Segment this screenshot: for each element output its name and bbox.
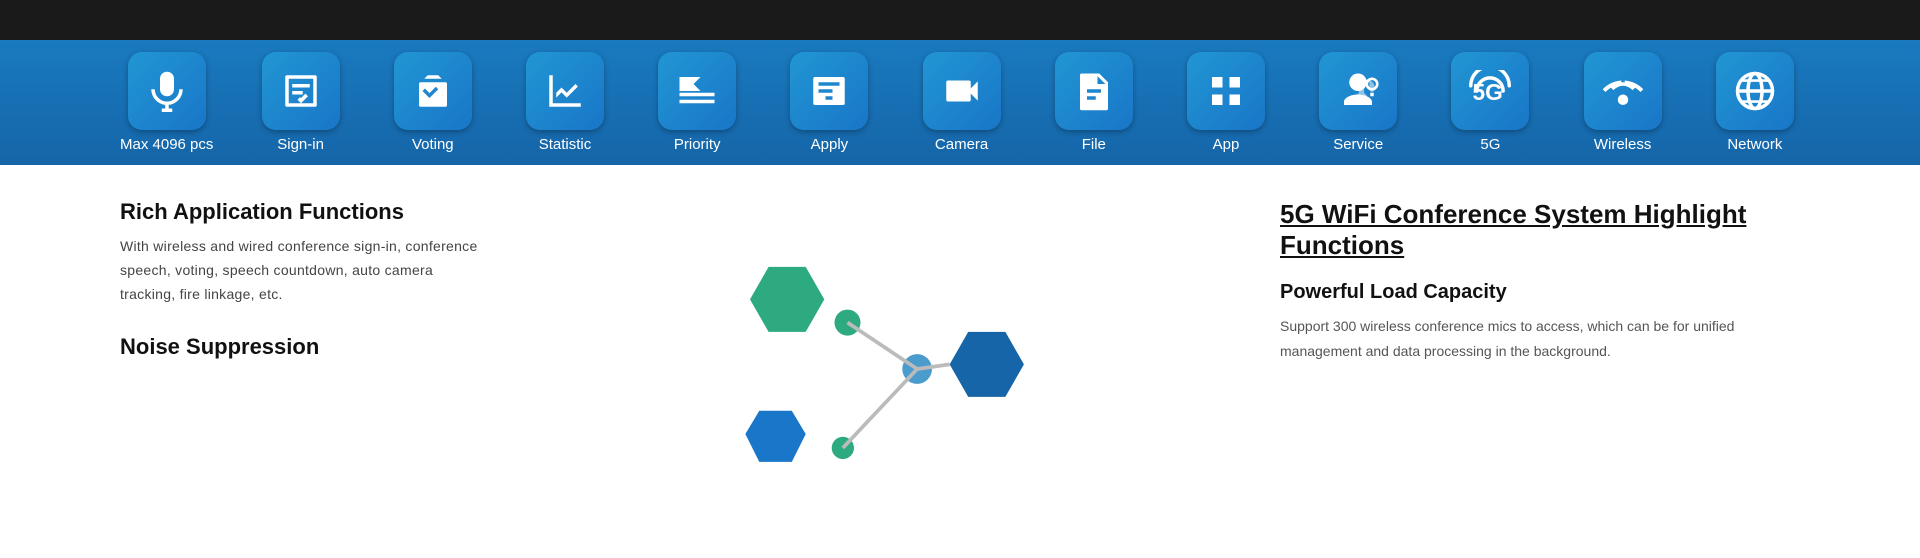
toolbar-item-priority[interactable]: Priority <box>652 52 742 153</box>
top-black-bar <box>0 0 1920 40</box>
toolbar-label-service: Service <box>1333 136 1383 153</box>
toolbar-icon-box-file <box>1055 52 1133 130</box>
toolbar-item-network[interactable]: Network <box>1710 52 1800 153</box>
priority-icon <box>676 70 718 112</box>
toolbar-item-camera[interactable]: Camera <box>917 52 1007 153</box>
toolbar-icon-box-max4096 <box>128 52 206 130</box>
toolbar-label-signin: Sign-in <box>277 136 324 153</box>
toolbar-icon-box-signin <box>262 52 340 130</box>
right-section: 5G WiFi Conference System Highlight Func… <box>1280 189 1920 549</box>
rich-application-body: With wireless and wired conference sign-… <box>120 235 480 306</box>
toolbar-label-app: App <box>1213 136 1240 153</box>
toolbar-item-wireless[interactable]: Wireless <box>1578 52 1668 153</box>
statistic-icon <box>544 70 586 112</box>
toolbar-label-priority: Priority <box>674 136 721 153</box>
file-icon <box>1073 70 1115 112</box>
mic-icon <box>146 70 188 112</box>
toolbar-icon-box-voting <box>394 52 472 130</box>
toolbar-item-statistic[interactable]: Statistic <box>520 52 610 153</box>
signin-icon <box>280 70 322 112</box>
toolbar-label-wireless: Wireless <box>1594 136 1652 153</box>
toolbar-icon-box-apply <box>790 52 868 130</box>
wireless-icon <box>1602 70 1644 112</box>
toolbar-label-voting: Voting <box>412 136 454 153</box>
voting-icon <box>412 70 454 112</box>
toolbar-icon-box-5g: 5G <box>1451 52 1529 130</box>
rich-application-title: Rich Application Functions <box>120 199 480 225</box>
toolbar-item-file[interactable]: File <box>1049 52 1139 153</box>
toolbar-item-5g[interactable]: 5G 5G <box>1445 52 1535 153</box>
fiveg-icon: 5G <box>1469 70 1511 112</box>
powerful-load-body: Support 300 wireless conference mics to … <box>1280 314 1800 364</box>
hex-teal-large <box>750 267 824 332</box>
hex-blue-bottom-left <box>745 411 805 462</box>
toolbar-icon-box-priority <box>658 52 736 130</box>
toolbar-icon-box-camera <box>923 52 1001 130</box>
line-bottom-mid <box>843 369 917 448</box>
toolbar-label-statistic: Statistic <box>539 136 592 153</box>
toolbar-item-voting[interactable]: Voting <box>388 52 478 153</box>
apply-icon <box>808 70 850 112</box>
toolbar-item-apply[interactable]: Apply <box>784 52 874 153</box>
left-section: Rich Application Functions With wireless… <box>0 189 480 549</box>
noise-suppression-title: Noise Suppression <box>120 334 480 360</box>
toolbar-icon-box-statistic <box>526 52 604 130</box>
toolbar-label-apply: Apply <box>811 136 849 153</box>
middle-graphic <box>480 189 1280 549</box>
toolbar-icon-box-wireless <box>1584 52 1662 130</box>
circle-teal-top <box>835 310 861 336</box>
camera-icon <box>941 70 983 112</box>
content-area: Rich Application Functions With wireless… <box>0 165 1920 549</box>
network-icon <box>1734 70 1776 112</box>
app-icon <box>1205 70 1247 112</box>
toolbar-item-signin[interactable]: Sign-in <box>256 52 346 153</box>
hex-blue-right <box>950 332 1024 397</box>
service-icon <box>1337 70 1379 112</box>
toolbar-item-max4096[interactable]: Max 4096 pcs <box>120 52 213 153</box>
toolbar-icon-box-app <box>1187 52 1265 130</box>
powerful-load-title: Powerful Load Capacity <box>1280 281 1840 304</box>
hex-diagram-svg <box>690 239 1070 499</box>
icon-toolbar: Max 4096 pcs Sign-in Voting Statistic <box>0 40 1920 165</box>
line-top-mid <box>848 323 918 369</box>
toolbar-icon-box-service <box>1319 52 1397 130</box>
toolbar-item-service[interactable]: Service <box>1313 52 1403 153</box>
toolbar-label-5g: 5G <box>1480 136 1500 153</box>
toolbar-label-camera: Camera <box>935 136 988 153</box>
toolbar-label-file: File <box>1082 136 1106 153</box>
toolbar-label-max4096: Max 4096 pcs <box>120 136 213 153</box>
toolbar-item-app[interactable]: App <box>1181 52 1271 153</box>
toolbar-label-network: Network <box>1727 136 1782 153</box>
toolbar-icon-box-network <box>1716 52 1794 130</box>
highlight-title: 5G WiFi Conference System Highlight Func… <box>1280 199 1840 261</box>
